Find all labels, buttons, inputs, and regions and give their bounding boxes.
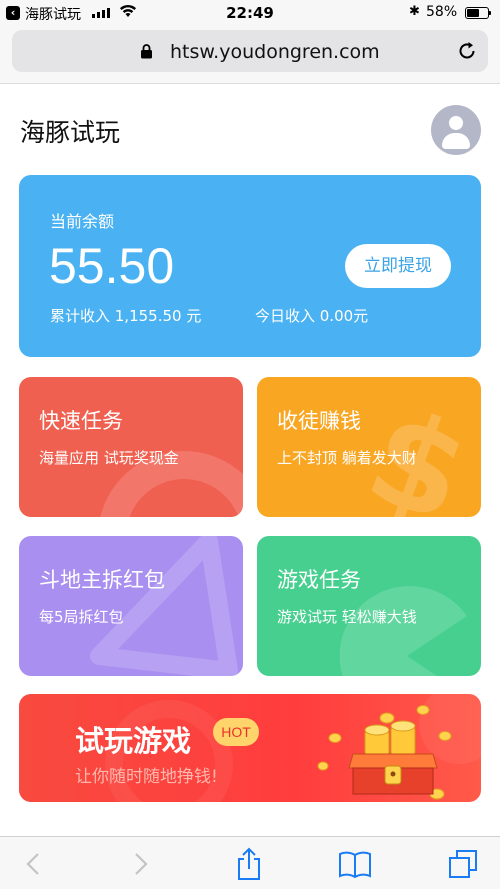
banner-title: 试玩游戏 [75,724,192,758]
tile-title: 收徒赚钱 [277,409,361,433]
today-income: 今日收入 0.00元 [255,307,369,325]
total-income: 累计收入 1,155.50 元 [50,307,202,325]
treasure-chest-icon [317,705,452,800]
tile-title: 斗地主拆红包 [39,568,165,592]
bluetooth-icon: ✱ [409,4,420,19]
tile-subtitle: 游戏试玩 轻松赚大钱 [277,608,417,626]
bookmarks-icon[interactable] [338,847,372,881]
url-text[interactable]: htsw.youdongren.com [170,41,380,63]
lock-icon [141,44,152,59]
banner-subtitle: 让你随时随地挣钱! [75,767,218,787]
status-bar: ‹ 海豚试玩 22:49 ✱ 58% [0,0,500,26]
balance-card: 当前余额 55.50 立即提现 累计收入 1,155.50 元 今日收入 0.0… [19,175,481,357]
back-icon[interactable] [16,847,50,881]
user-avatar-icon[interactable] [431,105,481,155]
avatar-head [449,116,463,130]
balance-amount: 55.50 [49,238,175,294]
reload-icon[interactable] [456,40,478,62]
landlord-redpacket-tile[interactable]: 斗地主拆红包 每5局拆红包 [19,536,243,676]
tile-subtitle: 上不封顶 躺着发大财 [277,449,417,467]
share-icon[interactable] [232,847,266,881]
hot-badge: HOT [213,718,259,746]
battery-icon [465,7,491,19]
tile-title: 快速任务 [39,409,123,433]
quick-task-tile[interactable]: 快速任务 海量应用 试玩奖现金 [19,377,243,517]
battery-fill [467,9,479,17]
battery-percent: 58% [426,4,458,20]
address-bar[interactable]: htsw.youdongren.com [12,30,488,72]
try-games-banner[interactable]: 试玩游戏 HOT 让你随时随地挣钱! [19,694,481,802]
forward-icon[interactable] [124,847,158,881]
status-time: 22:49 [226,4,274,22]
tile-title: 游戏任务 [277,568,361,592]
balance-label: 当前余额 [50,212,115,231]
avatar-body [442,133,470,149]
browser-toolbar [0,836,500,889]
page-title: 海豚试玩 [20,118,121,147]
invite-earn-tile[interactable]: $ 收徒赚钱 上不封顶 躺着发大财 [257,377,481,517]
tile-subtitle: 每5局拆红包 [39,608,124,626]
withdraw-button[interactable]: 立即提现 [345,244,451,288]
tabs-icon[interactable] [446,847,480,881]
browser-chrome: htsw.youdongren.com [0,26,500,84]
tile-subtitle: 海量应用 试玩奖现金 [39,449,179,467]
game-task-tile[interactable]: 游戏任务 游戏试玩 轻松赚大钱 [257,536,481,676]
